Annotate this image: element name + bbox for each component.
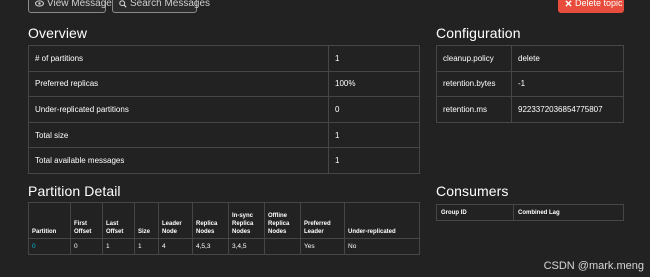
- config-value: 9223372036854775807: [511, 96, 624, 123]
- config-key: retention.bytes: [436, 70, 512, 98]
- overview-value: 1: [328, 147, 420, 174]
- consumers-heading: Consumers: [436, 183, 509, 199]
- column-header[interactable]: Size: [134, 202, 159, 239]
- table-cell: 1: [102, 238, 135, 255]
- table-cell: 4,5,3: [192, 238, 229, 255]
- overview-label: # of partitions: [28, 45, 329, 72]
- column-header[interactable]: In-sync Replica Nodes: [228, 202, 265, 239]
- config-value: delete: [511, 45, 624, 72]
- eye-icon: [35, 0, 44, 7]
- table-row: retention.ms 9223372036854775807: [436, 96, 624, 123]
- delete-topic-label: Delete topic: [575, 0, 623, 8]
- table-cell: Yes: [300, 238, 345, 255]
- column-header[interactable]: Under-replicated: [344, 202, 420, 239]
- overview-label: Preferred replicas: [28, 70, 329, 98]
- table-row: Under-replicated partitions 0: [28, 96, 420, 123]
- search-icon: [119, 0, 127, 8]
- table-cell: 4: [158, 238, 193, 255]
- table-row: Total available messages 1: [28, 147, 420, 174]
- table-cell: No: [344, 238, 420, 255]
- delete-topic-button[interactable]: Delete topic: [558, 0, 624, 13]
- column-header[interactable]: Partition: [28, 202, 71, 239]
- overview-label: Total size: [28, 121, 329, 149]
- table-row: Preferred replicas 100%: [28, 70, 420, 98]
- overview-value: 100%: [328, 70, 420, 98]
- table-cell: 0: [70, 238, 103, 255]
- table-header-row: Group ID Combined Lag: [436, 204, 624, 221]
- column-header[interactable]: Combined Lag: [513, 204, 624, 221]
- table-row: retention.bytes -1: [436, 70, 624, 98]
- table-row: # of partitions 1: [28, 45, 420, 72]
- config-value: -1: [511, 70, 624, 98]
- table-cell: 1: [134, 238, 159, 255]
- column-header[interactable]: First Offset: [70, 202, 103, 239]
- partition-detail-heading: Partition Detail: [28, 183, 121, 199]
- search-messages-button[interactable]: Search Messages: [112, 0, 210, 13]
- column-header[interactable]: Preferred Leader: [300, 202, 345, 239]
- table-row: cleanup.policy delete: [436, 45, 624, 72]
- overview-table: # of partitions 1 Preferred replicas 100…: [28, 45, 420, 174]
- overview-value: 1: [328, 45, 420, 72]
- overview-value: 1: [328, 121, 420, 149]
- column-header[interactable]: Offline Replica Nodes: [264, 202, 301, 239]
- table-cell: [264, 238, 301, 255]
- overview-value: 0: [328, 96, 420, 123]
- configuration-heading: Configuration: [436, 25, 521, 41]
- overview-label: Total available messages: [28, 147, 329, 174]
- table-header-row: Partition First Offset Last Offset Size …: [28, 202, 420, 239]
- search-messages-label: Search Messages: [130, 0, 211, 9]
- table-row: 0 0 1 1 4 4,5,3 3,4,5 Yes No: [28, 238, 420, 255]
- table-row: Total size 1: [28, 121, 420, 149]
- view-messages-label: View Messages: [47, 0, 117, 9]
- partition-link[interactable]: 0: [28, 238, 71, 255]
- table-cell: 3,4,5: [228, 238, 265, 255]
- column-header[interactable]: Leader Node: [158, 202, 193, 239]
- column-header[interactable]: Last Offset: [102, 202, 135, 239]
- watermark: CSDN @mark.meng: [543, 260, 644, 272]
- overview-heading: Overview: [28, 25, 88, 41]
- consumers-table: Group ID Combined Lag: [436, 204, 624, 221]
- overview-label: Under-replicated partitions: [28, 96, 329, 123]
- configuration-table: cleanup.policy delete retention.bytes -1…: [436, 45, 624, 123]
- config-key: retention.ms: [436, 96, 512, 123]
- column-header[interactable]: Group ID: [436, 204, 514, 221]
- close-icon: [565, 0, 572, 7]
- column-header[interactable]: Replica Nodes: [192, 202, 229, 239]
- config-key: cleanup.policy: [436, 45, 512, 72]
- partition-detail-table: Partition First Offset Last Offset Size …: [28, 202, 420, 255]
- view-messages-button[interactable]: View Messages: [28, 0, 117, 13]
